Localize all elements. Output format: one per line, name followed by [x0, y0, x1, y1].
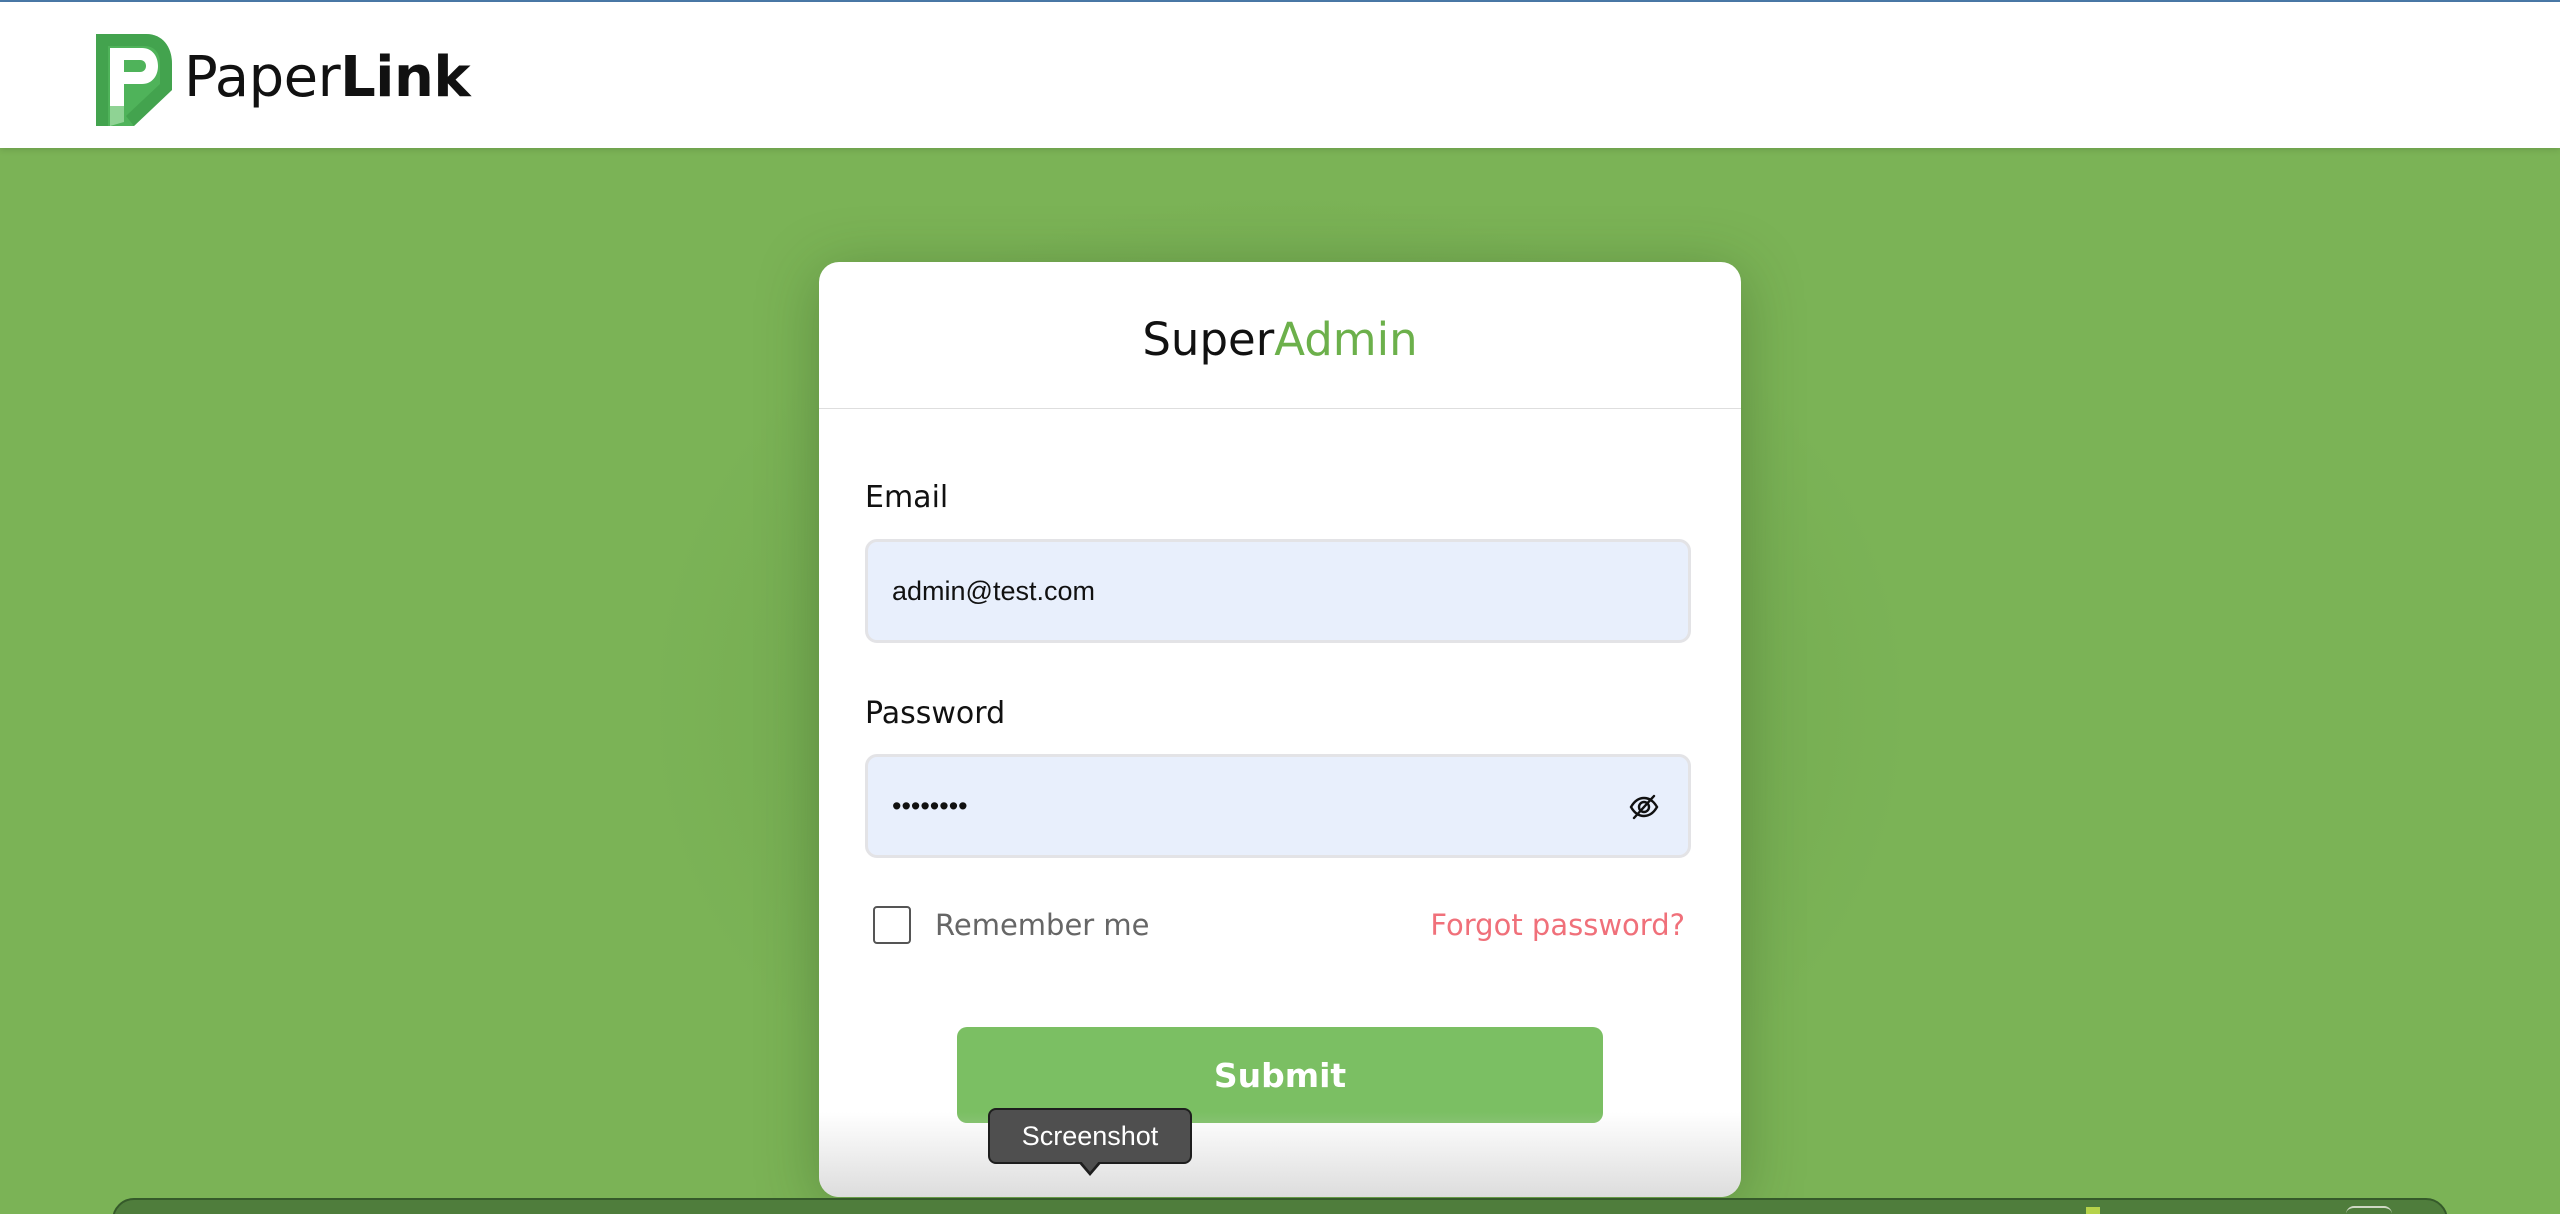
password-field-container — [865, 754, 1691, 858]
eye-slash-icon[interactable] — [1628, 791, 1660, 823]
email-input[interactable] — [892, 542, 1612, 640]
remember-me: Remember me — [873, 906, 1150, 944]
dock-indicator[interactable] — [2086, 1207, 2100, 1214]
email-label: Email — [865, 480, 949, 515]
app-header: PaperLink — [0, 2, 2560, 148]
login-card: SuperAdmin Email Password Remember me Fo… — [819, 262, 1741, 1197]
logo-text-bold: Link — [340, 45, 471, 110]
remember-me-label[interactable]: Remember me — [935, 908, 1150, 942]
forgot-password-link[interactable]: Forgot password? — [1430, 906, 1685, 944]
screenshot-tooltip: Screenshot — [988, 1108, 1192, 1164]
paperlink-logo-icon[interactable] — [96, 34, 172, 126]
email-field-container — [865, 539, 1691, 643]
logo-wordmark[interactable]: PaperLink — [184, 42, 471, 114]
logo-text-regular: Paper — [184, 45, 341, 110]
card-header: SuperAdmin — [819, 262, 1741, 409]
card-bottom-fade — [819, 1112, 1741, 1197]
tooltip-arrow-inner — [1080, 1160, 1100, 1172]
card-title-admin: Admin — [1274, 313, 1418, 366]
card-title: SuperAdmin — [1142, 312, 1417, 368]
password-input[interactable] — [892, 757, 1612, 855]
dock-item[interactable] — [2346, 1206, 2392, 1214]
remember-me-checkbox[interactable] — [873, 906, 911, 944]
card-title-super: Super — [1142, 313, 1275, 366]
password-label: Password — [865, 696, 1006, 731]
